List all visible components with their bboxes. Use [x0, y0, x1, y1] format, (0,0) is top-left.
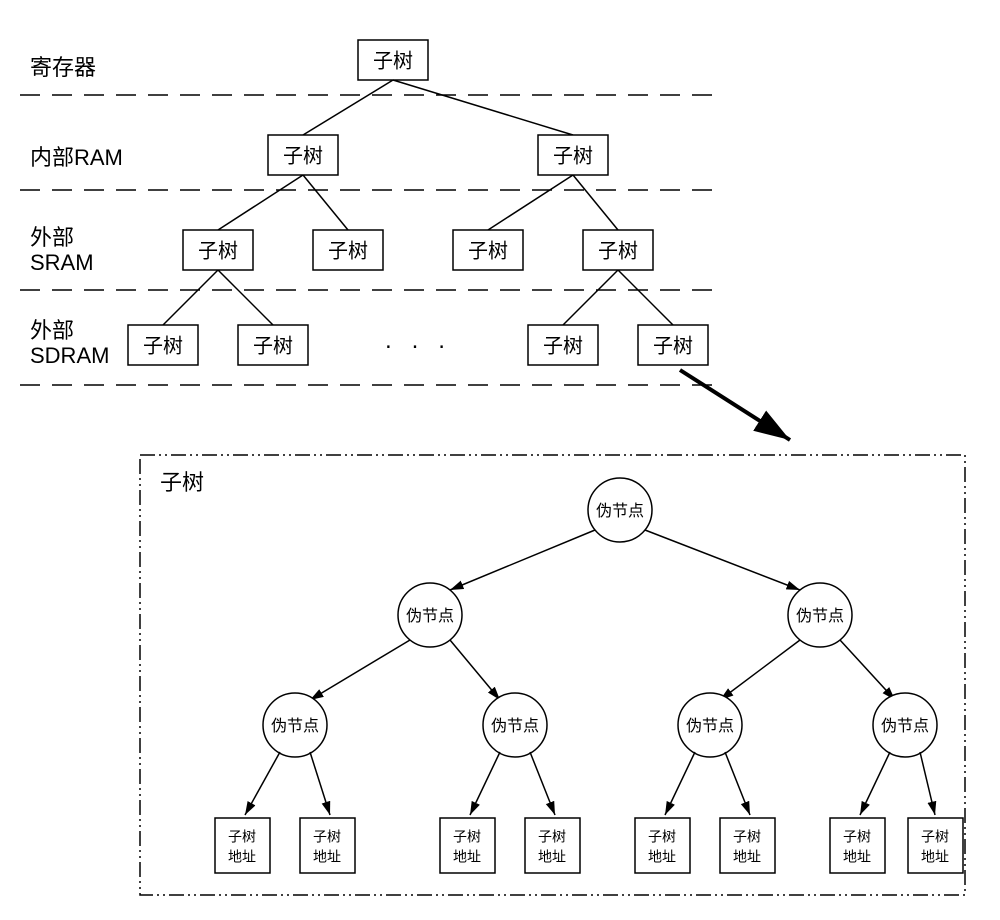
node-l3-4: 子树 [583, 230, 653, 270]
node-l2-1: 子树 [268, 135, 338, 175]
level3-label-a: 外部 [30, 225, 74, 250]
svg-text:子树: 子树 [453, 829, 481, 845]
node-l3-3: 子树 [453, 230, 523, 270]
ellipsis: · · · [384, 332, 451, 359]
node-l4-4: 子树 [638, 325, 708, 365]
svg-text:子树: 子树 [198, 239, 238, 262]
svg-text:地址: 地址 [843, 849, 871, 865]
svg-text:伪节点: 伪节点 [686, 717, 734, 735]
level2-label: 内部RAM [30, 145, 123, 170]
svg-text:子树: 子树 [648, 829, 676, 845]
svg-text:伪节点: 伪节点 [271, 717, 319, 735]
svg-text:地址: 地址 [538, 849, 566, 865]
leaf-6: 子树 地址 [720, 818, 775, 873]
pseudo-l3-2: 伪节点 [483, 693, 547, 757]
level4-label-b: SDRAM [30, 343, 109, 368]
svg-text:子树: 子树 [468, 239, 508, 262]
svg-text:子树: 子树 [373, 49, 413, 72]
node-l1: 子树 [358, 40, 428, 80]
pseudo-root: 伪节点 [588, 478, 652, 542]
svg-text:地址: 地址 [313, 849, 341, 865]
leaf-2: 子树 地址 [300, 818, 355, 873]
svg-text:子树: 子树 [653, 334, 693, 357]
svg-text:子树: 子树 [921, 829, 949, 845]
pseudo-l3-3: 伪节点 [678, 693, 742, 757]
callout-arrow [680, 370, 790, 440]
subtree-detail: 子树 伪节点 伪节点 伪节点 伪节点 伪节点 [140, 455, 965, 895]
pseudo-l2-1: 伪节点 [398, 583, 462, 647]
svg-text:地址: 地址 [921, 849, 949, 865]
svg-text:子树: 子树 [253, 334, 293, 357]
leaf-8: 子树 地址 [908, 818, 963, 873]
node-l2-2: 子树 [538, 135, 608, 175]
subtree-title: 子树 [160, 470, 204, 495]
svg-text:伪节点: 伪节点 [881, 717, 929, 735]
node-l4-3: 子树 [528, 325, 598, 365]
level1-label: 寄存器 [30, 55, 96, 80]
svg-text:伪节点: 伪节点 [491, 717, 539, 735]
svg-text:地址: 地址 [733, 849, 761, 865]
node-l4-2: 子树 [238, 325, 308, 365]
svg-text:地址: 地址 [648, 849, 676, 865]
svg-text:地址: 地址 [228, 849, 256, 865]
pseudo-l3-1: 伪节点 [263, 693, 327, 757]
svg-text:子树: 子树 [553, 144, 593, 167]
svg-text:子树: 子树 [328, 239, 368, 262]
pseudo-l3-4: 伪节点 [873, 693, 937, 757]
svg-text:地址: 地址 [453, 849, 481, 865]
leaf-5: 子树 地址 [635, 818, 690, 873]
svg-text:子树: 子树 [733, 829, 761, 845]
svg-text:子树: 子树 [313, 829, 341, 845]
node-l4-1: 子树 [128, 325, 198, 365]
svg-text:伪节点: 伪节点 [596, 502, 644, 520]
node-l3-1: 子树 [183, 230, 253, 270]
svg-text:伪节点: 伪节点 [796, 607, 844, 625]
svg-text:子树: 子树 [598, 239, 638, 262]
leaf-3: 子树 地址 [440, 818, 495, 873]
leaf-7: 子树 地址 [830, 818, 885, 873]
leaf-4: 子树 地址 [525, 818, 580, 873]
svg-text:子树: 子树 [543, 334, 583, 357]
level3-label-b: SRAM [30, 250, 94, 275]
svg-text:子树: 子树 [538, 829, 566, 845]
memory-hierarchy: 寄存器 内部RAM 外部 SRAM 外部 SDRAM 子树 子树 子树 [20, 40, 720, 385]
leaf-1: 子树 地址 [215, 818, 270, 873]
svg-text:伪节点: 伪节点 [406, 607, 454, 625]
hierarchy-diagram: 寄存器 内部RAM 外部 SRAM 外部 SDRAM 子树 子树 子树 [20, 20, 980, 900]
svg-text:子树: 子树 [843, 829, 871, 845]
svg-text:子树: 子树 [228, 829, 256, 845]
svg-text:子树: 子树 [283, 144, 323, 167]
node-l3-2: 子树 [313, 230, 383, 270]
pseudo-l2-2: 伪节点 [788, 583, 852, 647]
svg-text:子树: 子树 [143, 334, 183, 357]
level4-label-a: 外部 [30, 318, 74, 343]
